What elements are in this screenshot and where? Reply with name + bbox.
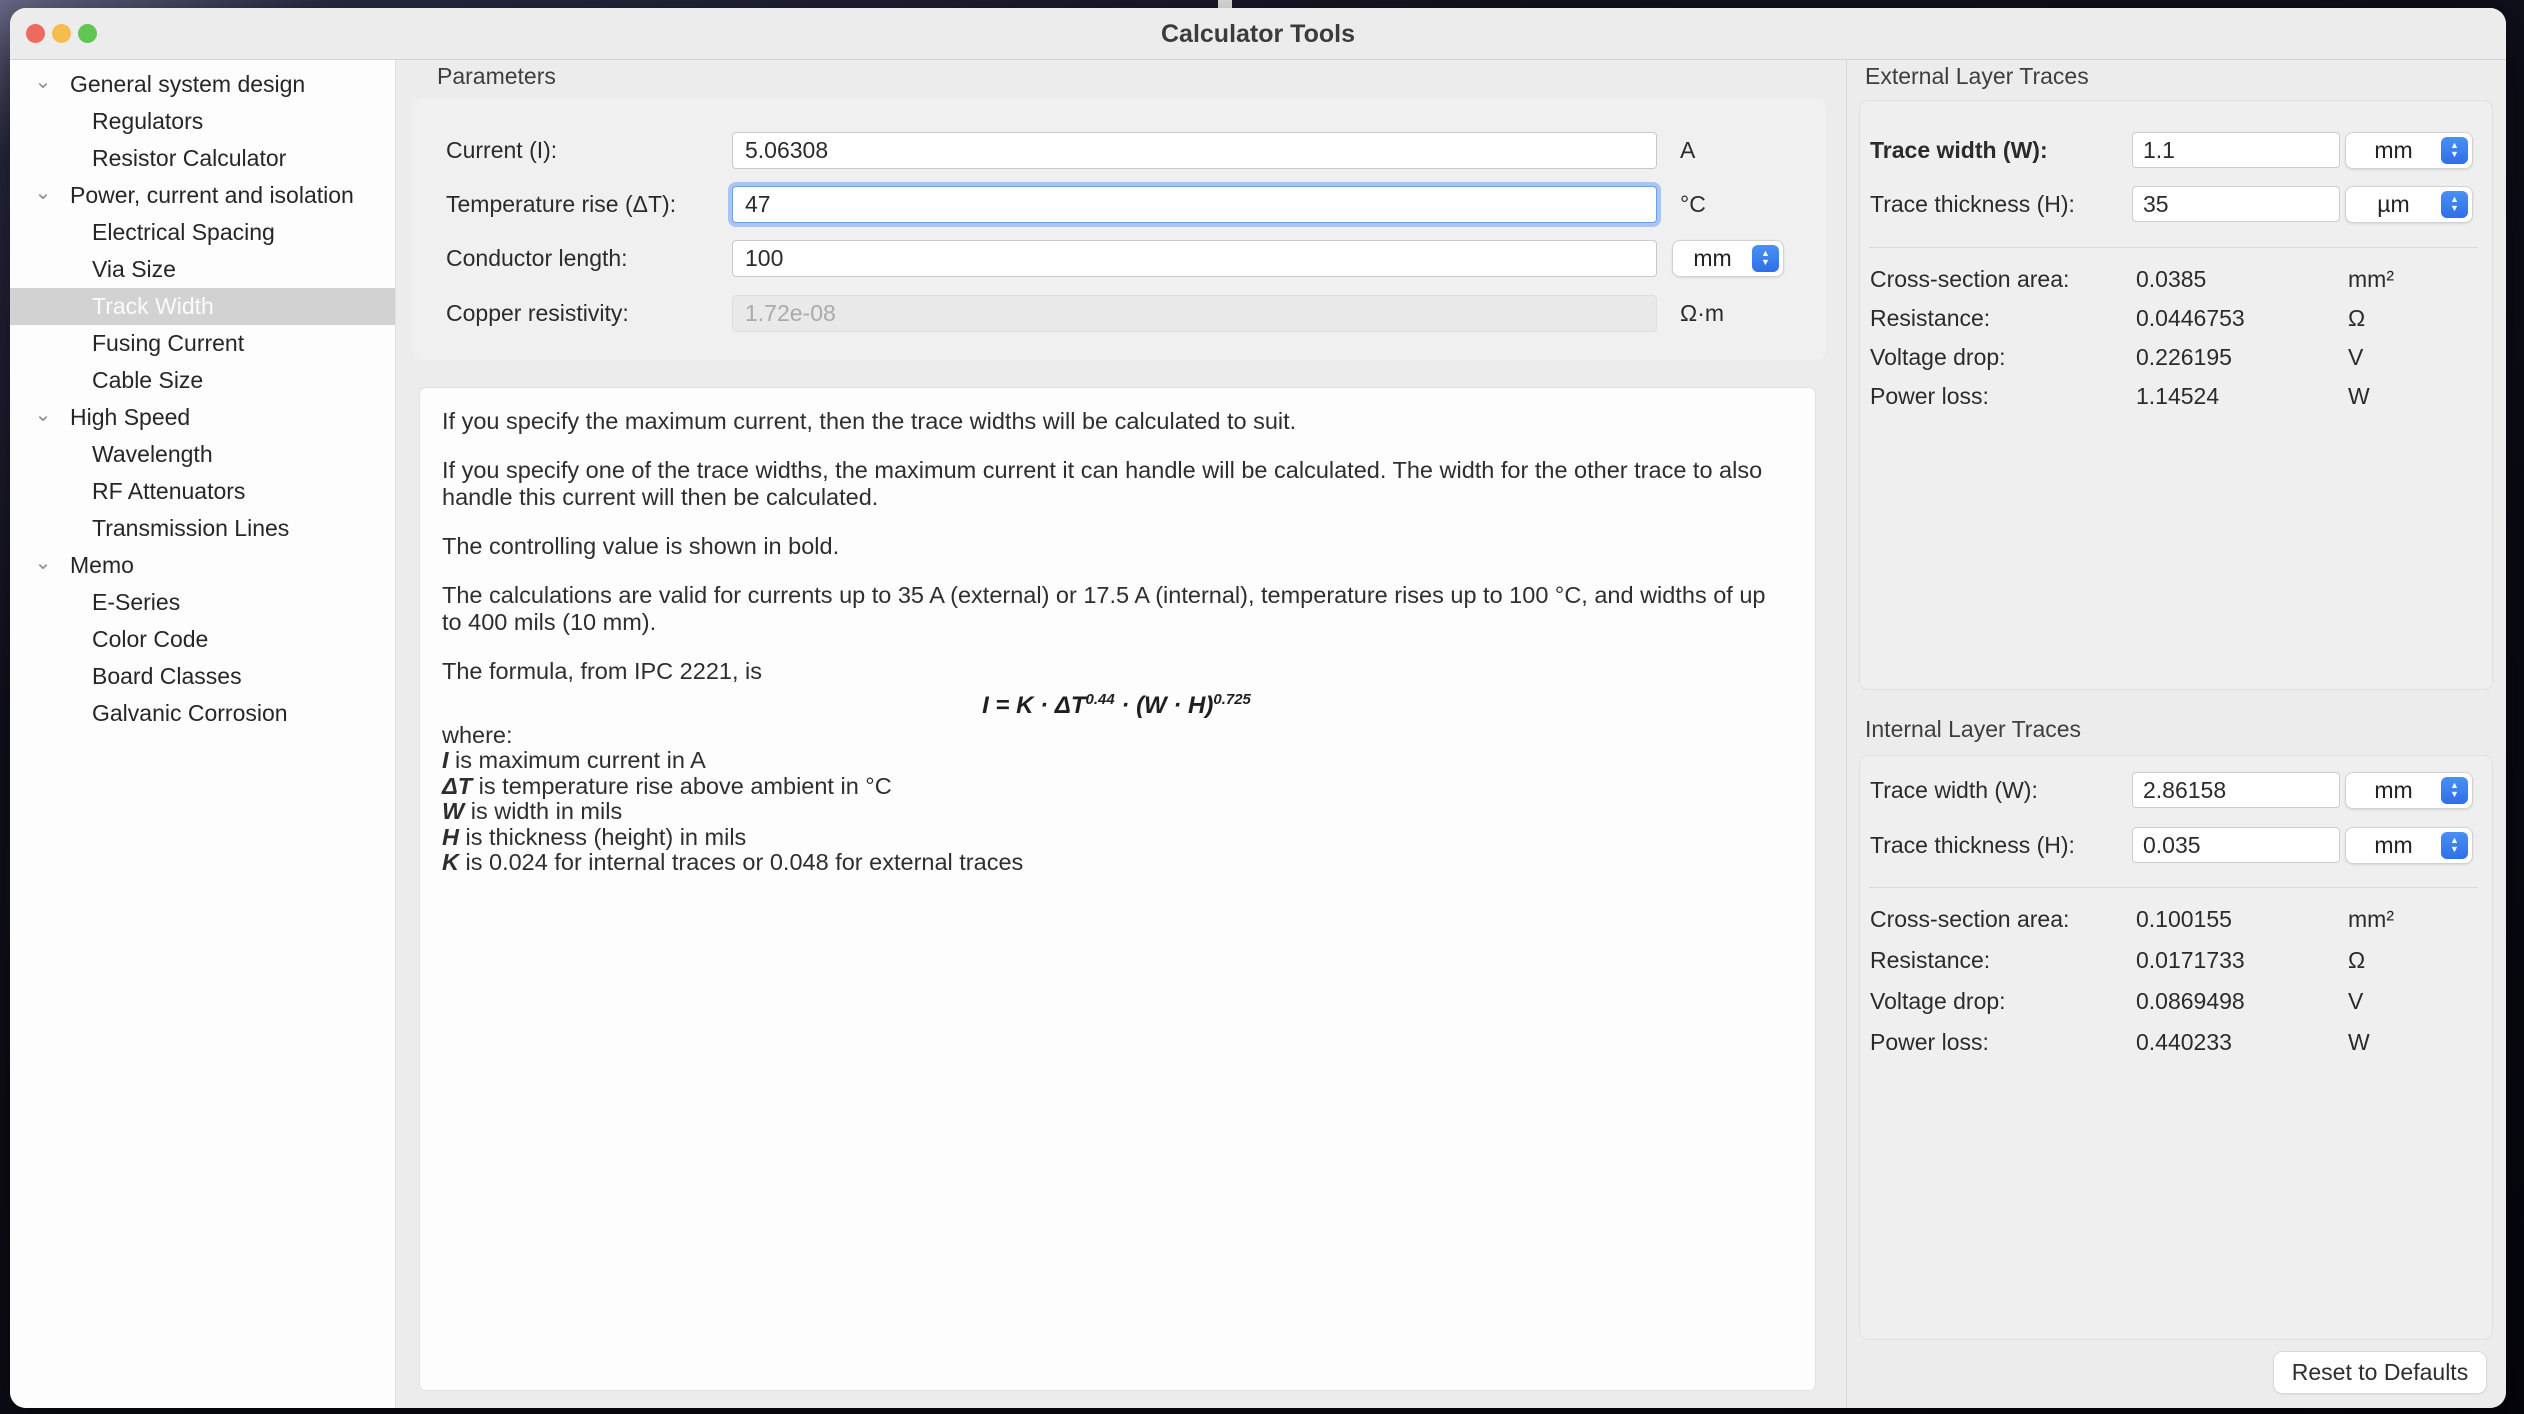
sidebar-item-regulators[interactable]: Regulators (10, 103, 395, 140)
sidebar-item-electrical-spacing[interactable]: Electrical Spacing (10, 214, 395, 251)
help-text-box: If you specify the maximum current, then… (420, 388, 1815, 1390)
resistivity-unit-label: Ω·m (1680, 300, 1724, 327)
sidebar-item-high-speed[interactable]: ⌄ High Speed (10, 399, 395, 436)
external-trace-width-input[interactable] (2132, 132, 2340, 168)
separator (1869, 887, 2478, 888)
copper-resistivity-input (732, 295, 1657, 332)
stepper-icon[interactable]: ▲▼ (1752, 245, 1779, 272)
parameters-section-title: Parameters (437, 63, 556, 90)
external-voltage-drop-row: Voltage drop: 0.226195 V (1847, 337, 2506, 377)
stepper-icon[interactable]: ▲▼ (2441, 777, 2468, 804)
internal-trace-width-row: Trace width (W): mm ▲▼ (1847, 770, 2506, 810)
internal-power-loss-row: Power loss: 0.440233 W (1847, 1022, 2506, 1062)
current-input[interactable] (732, 132, 1657, 169)
track-width-main-panel: Parameters Current (I): A Temperature ri… (396, 60, 1846, 1408)
external-trace-thickness-input[interactable] (2132, 186, 2340, 222)
sidebar-item-memo[interactable]: ⌄ Memo (10, 547, 395, 584)
stepper-icon[interactable]: ▲▼ (2441, 832, 2468, 859)
chevron-down-icon[interactable]: ⌄ (30, 550, 56, 575)
external-resistance-row: Resistance: 0.0446753 Ω (1847, 298, 2506, 338)
sidebar-item-track-width[interactable]: Track Width (10, 288, 395, 325)
external-traces-title: External Layer Traces (1865, 63, 2089, 90)
formula-intro: The formula, from IPC 2221, is (442, 658, 1791, 685)
internal-traces-title: Internal Layer Traces (1865, 716, 2081, 743)
titlebar[interactable]: Calculator Tools (10, 8, 2506, 60)
formula-definitions: where: I is maximum current in A ΔT is t… (442, 723, 1791, 875)
sidebar-item-fusing-current[interactable]: Fusing Current (10, 325, 395, 362)
chevron-down-icon[interactable]: ⌄ (30, 180, 56, 205)
conductor-length-unit-dropdown[interactable]: mm ▲▼ (1673, 241, 1783, 276)
sidebar-item-galvanic-corrosion[interactable]: Galvanic Corrosion (10, 695, 395, 732)
external-power-loss-row: Power loss: 1.14524 W (1847, 376, 2506, 416)
internal-trace-thickness-row: Trace thickness (H): mm ▲▼ (1847, 825, 2506, 865)
calculator-tools-window: Calculator Tools ⌄ General system design… (10, 8, 2506, 1408)
external-trace-thickness-row: Trace thickness (H): µm ▲▼ (1847, 184, 2506, 224)
help-paragraph: If you specify the maximum current, then… (442, 408, 1791, 435)
external-trace-width-row: Trace width (W): mm ▲▼ (1847, 130, 2506, 170)
internal-resistance-row: Resistance: 0.0171733 Ω (1847, 940, 2506, 980)
internal-trace-width-unit-dropdown[interactable]: mm ▲▼ (2346, 773, 2472, 808)
internal-voltage-drop-row: Voltage drop: 0.0869498 V (1847, 981, 2506, 1021)
internal-trace-width-input[interactable] (2132, 772, 2340, 808)
temperature-unit-label: °C (1680, 191, 1706, 218)
temperature-rise-row: Temperature rise (ΔT): °C (396, 184, 1846, 224)
current-row: Current (I): A (396, 130, 1846, 170)
chevron-down-icon[interactable]: ⌄ (30, 69, 56, 94)
sidebar-item-e-series[interactable]: E-Series (10, 584, 395, 621)
stepper-icon[interactable]: ▲▼ (2441, 137, 2468, 164)
sidebar-item-color-code[interactable]: Color Code (10, 621, 395, 658)
sidebar-item-power-current-isolation[interactable]: ⌄ Power, current and isolation (10, 177, 395, 214)
separator (1869, 247, 2478, 248)
calculator-tree-sidebar: ⌄ General system design Regulators Resis… (10, 60, 396, 1408)
sidebar-item-board-classes[interactable]: Board Classes (10, 658, 395, 695)
current-unit-label: A (1680, 137, 1695, 164)
conductor-length-input[interactable] (732, 240, 1657, 277)
external-cross-section-row: Cross-section area: 0.0385 mm² (1847, 259, 2506, 299)
conductor-length-row: Conductor length: mm ▲▼ (396, 238, 1846, 278)
sidebar-item-resistor-calculator[interactable]: Resistor Calculator (10, 140, 395, 177)
external-trace-width-unit-dropdown[interactable]: mm ▲▼ (2346, 133, 2472, 168)
stepper-icon[interactable]: ▲▼ (2441, 191, 2468, 218)
internal-trace-thickness-input[interactable] (2132, 827, 2340, 863)
copper-resistivity-row: Copper resistivity: Ω·m (396, 293, 1846, 333)
ipc2221-formula: I = K · ΔT0.44 · (W · H)0.725 (442, 686, 1791, 719)
sidebar-item-rf-attenuators[interactable]: RF Attenuators (10, 473, 395, 510)
window-title: Calculator Tools (10, 20, 2506, 49)
sidebar-item-general-system-design[interactable]: ⌄ General system design (10, 66, 395, 103)
help-paragraph: The calculations are valid for currents … (442, 582, 1791, 636)
sidebar-item-cable-size[interactable]: Cable Size (10, 362, 395, 399)
help-paragraph: If you specify one of the trace widths, … (442, 457, 1791, 511)
internal-trace-thickness-unit-dropdown[interactable]: mm ▲▼ (2346, 828, 2472, 863)
traces-results-panel: External Layer Traces Trace width (W): m… (1846, 60, 2506, 1408)
internal-cross-section-row: Cross-section area: 0.100155 mm² (1847, 899, 2506, 939)
external-trace-thickness-unit-dropdown[interactable]: µm ▲▼ (2346, 187, 2472, 222)
temperature-rise-input[interactable] (732, 186, 1657, 223)
sidebar-item-via-size[interactable]: Via Size (10, 251, 395, 288)
reset-to-defaults-button[interactable]: Reset to Defaults (2274, 1352, 2486, 1393)
chevron-down-icon[interactable]: ⌄ (30, 402, 56, 427)
help-paragraph: The controlling value is shown in bold. (442, 533, 1791, 560)
sidebar-item-wavelength[interactable]: Wavelength (10, 436, 395, 473)
sidebar-item-transmission-lines[interactable]: Transmission Lines (10, 510, 395, 547)
